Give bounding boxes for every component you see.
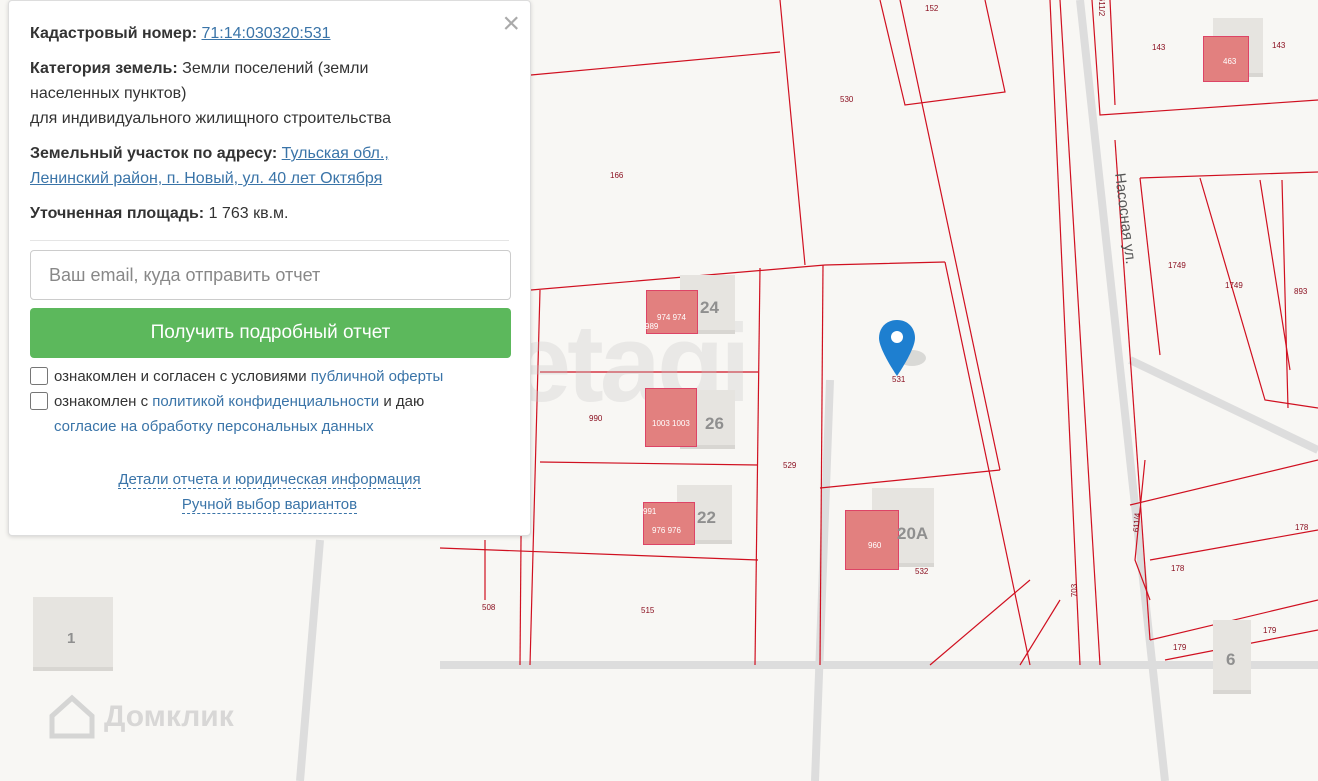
category-label: Категория земель:: [30, 60, 178, 77]
area-label: Уточненная площадь:: [30, 205, 205, 222]
manual-selection-link[interactable]: Ручной выбор вариантов: [181, 496, 358, 514]
plot-label: 530: [840, 95, 854, 104]
building-label: 960: [868, 541, 882, 550]
consent2-mid: и даю: [383, 393, 425, 410]
plot-label: 166: [610, 171, 624, 180]
public-offer-link[interactable]: публичной оферты: [311, 368, 444, 385]
plot-label: 179: [1173, 643, 1187, 652]
email-input[interactable]: [30, 250, 511, 300]
plot-label: 179: [1263, 626, 1277, 635]
plot-label: 152: [925, 4, 939, 13]
plot-label: 178: [1295, 523, 1309, 532]
address-label: Земельный участок по адресу:: [30, 145, 278, 162]
location-pin-icon[interactable]: [876, 318, 936, 380]
building-label: 463: [1223, 57, 1237, 66]
plot-label: 990: [589, 414, 603, 423]
plot-label: 143: [1272, 41, 1286, 50]
plot-label: 611/2: [1097, 0, 1107, 17]
plot-label: 703: [1070, 583, 1080, 598]
privacy-policy-link[interactable]: политикой конфиденциальности: [152, 393, 379, 410]
house-number: 22: [697, 508, 716, 527]
consent1-text: ознакомлен и согласен с условиями: [54, 368, 307, 385]
privacy-consent-checkbox[interactable]: [30, 392, 48, 410]
plot-label: 532: [915, 567, 929, 576]
consent2-text: ознакомлен с: [54, 393, 149, 410]
house-logo-icon: [49, 694, 95, 739]
house-number: 24: [700, 298, 719, 317]
domclick-logo: Домклик: [48, 694, 234, 740]
cadastral-info-panel: × Кадастровый номер: 71:14:030320:531 Ка…: [8, 0, 531, 536]
house-number: 1: [67, 630, 76, 647]
building-label: 989: [645, 322, 659, 331]
domclick-brand: Домклик: [104, 700, 234, 733]
cadastral-number-link[interactable]: 71:14:030320:531: [202, 25, 331, 42]
plot-label: 1749: [1225, 281, 1243, 290]
plot-label: 143: [1152, 43, 1166, 52]
area-value: 1 763 кв.м.: [208, 205, 289, 222]
cadastral-label: Кадастровый номер:: [30, 25, 198, 42]
plot-label: 611/4: [1131, 512, 1143, 533]
building[interactable]: [845, 510, 899, 570]
get-report-button[interactable]: Получить подробный отчет: [30, 308, 511, 358]
plot-label: 178: [1171, 564, 1185, 573]
plot-label: 893: [1294, 287, 1308, 296]
close-icon[interactable]: ×: [502, 9, 520, 39]
report-details-link[interactable]: Детали отчета и юридическая информация: [118, 471, 421, 489]
building-label: 976 976: [652, 526, 681, 535]
plot-label: 515: [641, 606, 655, 615]
building-label: 974 974: [657, 313, 686, 322]
plot-label: 508: [482, 603, 496, 612]
building[interactable]: [645, 388, 697, 447]
plot-label: 1749: [1168, 261, 1186, 270]
house-number: 20А: [897, 524, 929, 543]
plot-label: 529: [783, 461, 797, 470]
data-processing-link[interactable]: согласие на обработку персональных данны…: [54, 418, 374, 435]
divider: [30, 240, 509, 241]
house-number: 6: [1226, 650, 1236, 669]
building-label: 991: [643, 507, 657, 516]
offer-consent-checkbox[interactable]: [30, 367, 48, 385]
building-label: 1003 1003: [652, 419, 690, 428]
category-use: для индивидуального жилищного строительс…: [30, 110, 391, 127]
house-number: 26: [705, 414, 724, 433]
